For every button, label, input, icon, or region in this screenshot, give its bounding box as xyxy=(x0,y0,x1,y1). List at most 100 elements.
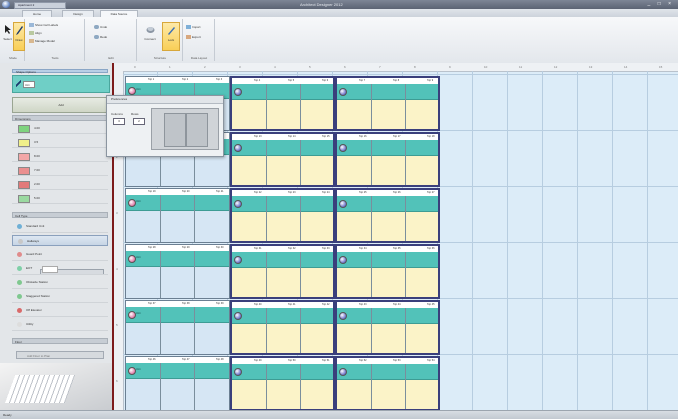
cell-type-row[interactable]: Guard Point xyxy=(12,249,108,261)
redo-icon xyxy=(94,35,99,40)
unit-marker-icon[interactable] xyxy=(339,256,347,264)
column-tick: 5 xyxy=(309,65,311,69)
unit-marker-icon[interactable] xyxy=(128,311,136,319)
unit-marker-icon[interactable] xyxy=(339,200,347,208)
select-button[interactable]: Select xyxy=(3,22,12,49)
cell-divider xyxy=(160,307,161,354)
cell-type-label: Guard Point xyxy=(26,252,43,256)
color-swatch xyxy=(18,195,30,203)
export-button[interactable]: Export xyxy=(186,35,201,40)
rows-label: Rows xyxy=(131,112,139,116)
dimension-row[interactable]: 3.5 xyxy=(12,137,108,148)
cell-type-row[interactable]: Obstacle Station xyxy=(12,277,108,289)
unit-marker-icon[interactable] xyxy=(234,144,242,152)
import-button[interactable]: Import xyxy=(186,25,201,30)
app-menu-button[interactable] xyxy=(2,1,10,8)
preferences-popup[interactable]: Preferences Columns 3 Rows 2 xyxy=(106,95,224,157)
shape-selector[interactable]: Unit xyxy=(12,75,110,93)
unit-block[interactable]: Top 22 Top 23 Top 24 xyxy=(230,188,335,243)
cell-type-row[interactable]: Standard Unit xyxy=(12,221,108,233)
left-panel: Shape Options Unit Add Dimensions 4.00 3.… xyxy=(0,63,114,410)
unit-block[interactable]: Top 13 Top 14 Top 15 xyxy=(230,132,335,187)
shape-field[interactable]: Unit xyxy=(23,81,35,88)
unit-marker-icon[interactable] xyxy=(234,256,242,264)
cell-type-row[interactable]: EOT xyxy=(12,263,108,275)
cell-divider xyxy=(405,308,406,353)
unit-marker-icon[interactable] xyxy=(339,368,347,376)
redo-label: Redo xyxy=(100,35,108,39)
undo-button[interactable]: Undo xyxy=(94,25,108,30)
unit-block[interactable]: Top 28 Top 29 Top 30 Unit xyxy=(125,244,230,299)
unit-marker-icon[interactable] xyxy=(128,367,136,375)
unit-marker-icon[interactable] xyxy=(234,368,242,376)
unit-marker-icon[interactable] xyxy=(128,255,136,263)
dimension-row[interactable]: 5.00 xyxy=(12,193,108,204)
unit-block[interactable]: Top 16 Top 17 Top 18 xyxy=(335,132,440,187)
unit-block[interactable]: Top 19 Top 20 Top 21 Unit xyxy=(125,188,230,243)
unit-block[interactable]: Top 4 Top 5 Top 6 xyxy=(230,76,335,131)
align-button[interactable]: Align xyxy=(29,31,42,36)
select-label: Select xyxy=(3,37,12,41)
tab-data-source[interactable]: Data Source xyxy=(100,10,138,17)
unit-block[interactable]: Top 46 Top 47 Top 48 Unit xyxy=(125,356,230,411)
unit-marker-icon[interactable] xyxy=(339,88,347,96)
unit-marker-icon[interactable] xyxy=(128,199,136,207)
unit-block[interactable]: Top 40 Top 41 Top 42 xyxy=(230,300,335,355)
cell-divider xyxy=(371,308,372,353)
unit-block[interactable]: Top 52 Top 53 Top 54 xyxy=(335,356,440,411)
cell-type-row[interactable]: Hallways xyxy=(12,235,108,246)
unit-block[interactable]: Top 34 Top 35 Top 36 xyxy=(335,244,440,299)
dimension-row[interactable]: 4.00 xyxy=(12,123,108,134)
quick-access-toolbar[interactable]: Apartment 2 xyxy=(14,2,66,9)
undo-label: Undo xyxy=(100,25,108,29)
unit-marker-icon[interactable] xyxy=(339,144,347,152)
lock-button[interactable]: Lock xyxy=(162,22,180,51)
cell-type-row[interactable]: Staggered Station xyxy=(12,291,108,303)
cell-divider xyxy=(300,140,301,185)
redo-button[interactable]: Redo xyxy=(94,35,108,40)
column-tick: 15 xyxy=(659,65,663,69)
color-swatch xyxy=(18,167,30,175)
unit-block[interactable]: Top 31 Top 32 Top 33 xyxy=(230,244,335,299)
columns-spinner[interactable]: 3 xyxy=(113,118,125,125)
tab-home[interactable]: Home xyxy=(22,10,52,17)
unit-marker-icon[interactable] xyxy=(234,312,242,320)
cell-type-icon xyxy=(17,266,22,271)
manage-model-button[interactable]: Manage Model xyxy=(29,39,55,44)
unit-block[interactable]: Top 43 Top 44 Top 45 xyxy=(335,300,440,355)
column-tick: 10 xyxy=(484,65,488,69)
dimension-row[interactable]: 2.00 xyxy=(12,179,108,190)
unit-block[interactable]: Top 7 Top 8 Top 9 xyxy=(335,76,440,131)
unit-marker-icon[interactable] xyxy=(339,312,347,320)
unit-block[interactable]: Top 49 Top 50 Top 51 xyxy=(230,356,335,411)
dimension-row[interactable]: 8.00 xyxy=(12,151,108,162)
cell-type-label: Obstacle Station xyxy=(26,280,49,284)
window-title: Architect Designer 2012 xyxy=(300,2,343,7)
window-controls[interactable]: _ □ × xyxy=(648,2,675,7)
status-bar: Ready xyxy=(0,410,678,419)
column-tick: 1 xyxy=(169,65,171,69)
rows-spinner[interactable]: 2 xyxy=(133,118,145,125)
cell-type-row[interactable]: Off Elevator xyxy=(12,305,108,317)
unit-block[interactable]: Top 37 Top 38 Top 39 Unit xyxy=(125,300,230,355)
unit-marker-icon[interactable] xyxy=(234,200,242,208)
add-button[interactable]: Add xyxy=(12,97,110,113)
ribbon: Select Draw Mode Show Cell Labels Align … xyxy=(0,17,678,64)
draw-button[interactable]: Draw xyxy=(13,22,25,51)
add-floor-button[interactable]: Add Floor to Plan xyxy=(16,351,104,359)
unit-marker-icon[interactable] xyxy=(234,88,242,96)
group-tools: Show Cell Labels Align Manage Model Tool… xyxy=(26,19,85,61)
connect-button[interactable]: Connect xyxy=(141,22,159,49)
dimension-row[interactable]: 7.00 xyxy=(12,165,108,176)
unit-band xyxy=(232,364,333,380)
cell-type-row[interactable]: Utility xyxy=(12,319,108,331)
show-cell-labels-button[interactable]: Show Cell Labels xyxy=(29,23,58,28)
unit-block[interactable]: Top 25 Top 26 Top 27 xyxy=(335,188,440,243)
eot-input[interactable] xyxy=(42,266,58,273)
cell-divider xyxy=(160,251,161,298)
unit-band xyxy=(232,308,333,324)
cell-type-icon xyxy=(17,308,22,313)
unit-marker-icon[interactable] xyxy=(128,87,136,95)
cell-divider xyxy=(300,364,301,409)
tab-design[interactable]: Design xyxy=(62,10,94,17)
